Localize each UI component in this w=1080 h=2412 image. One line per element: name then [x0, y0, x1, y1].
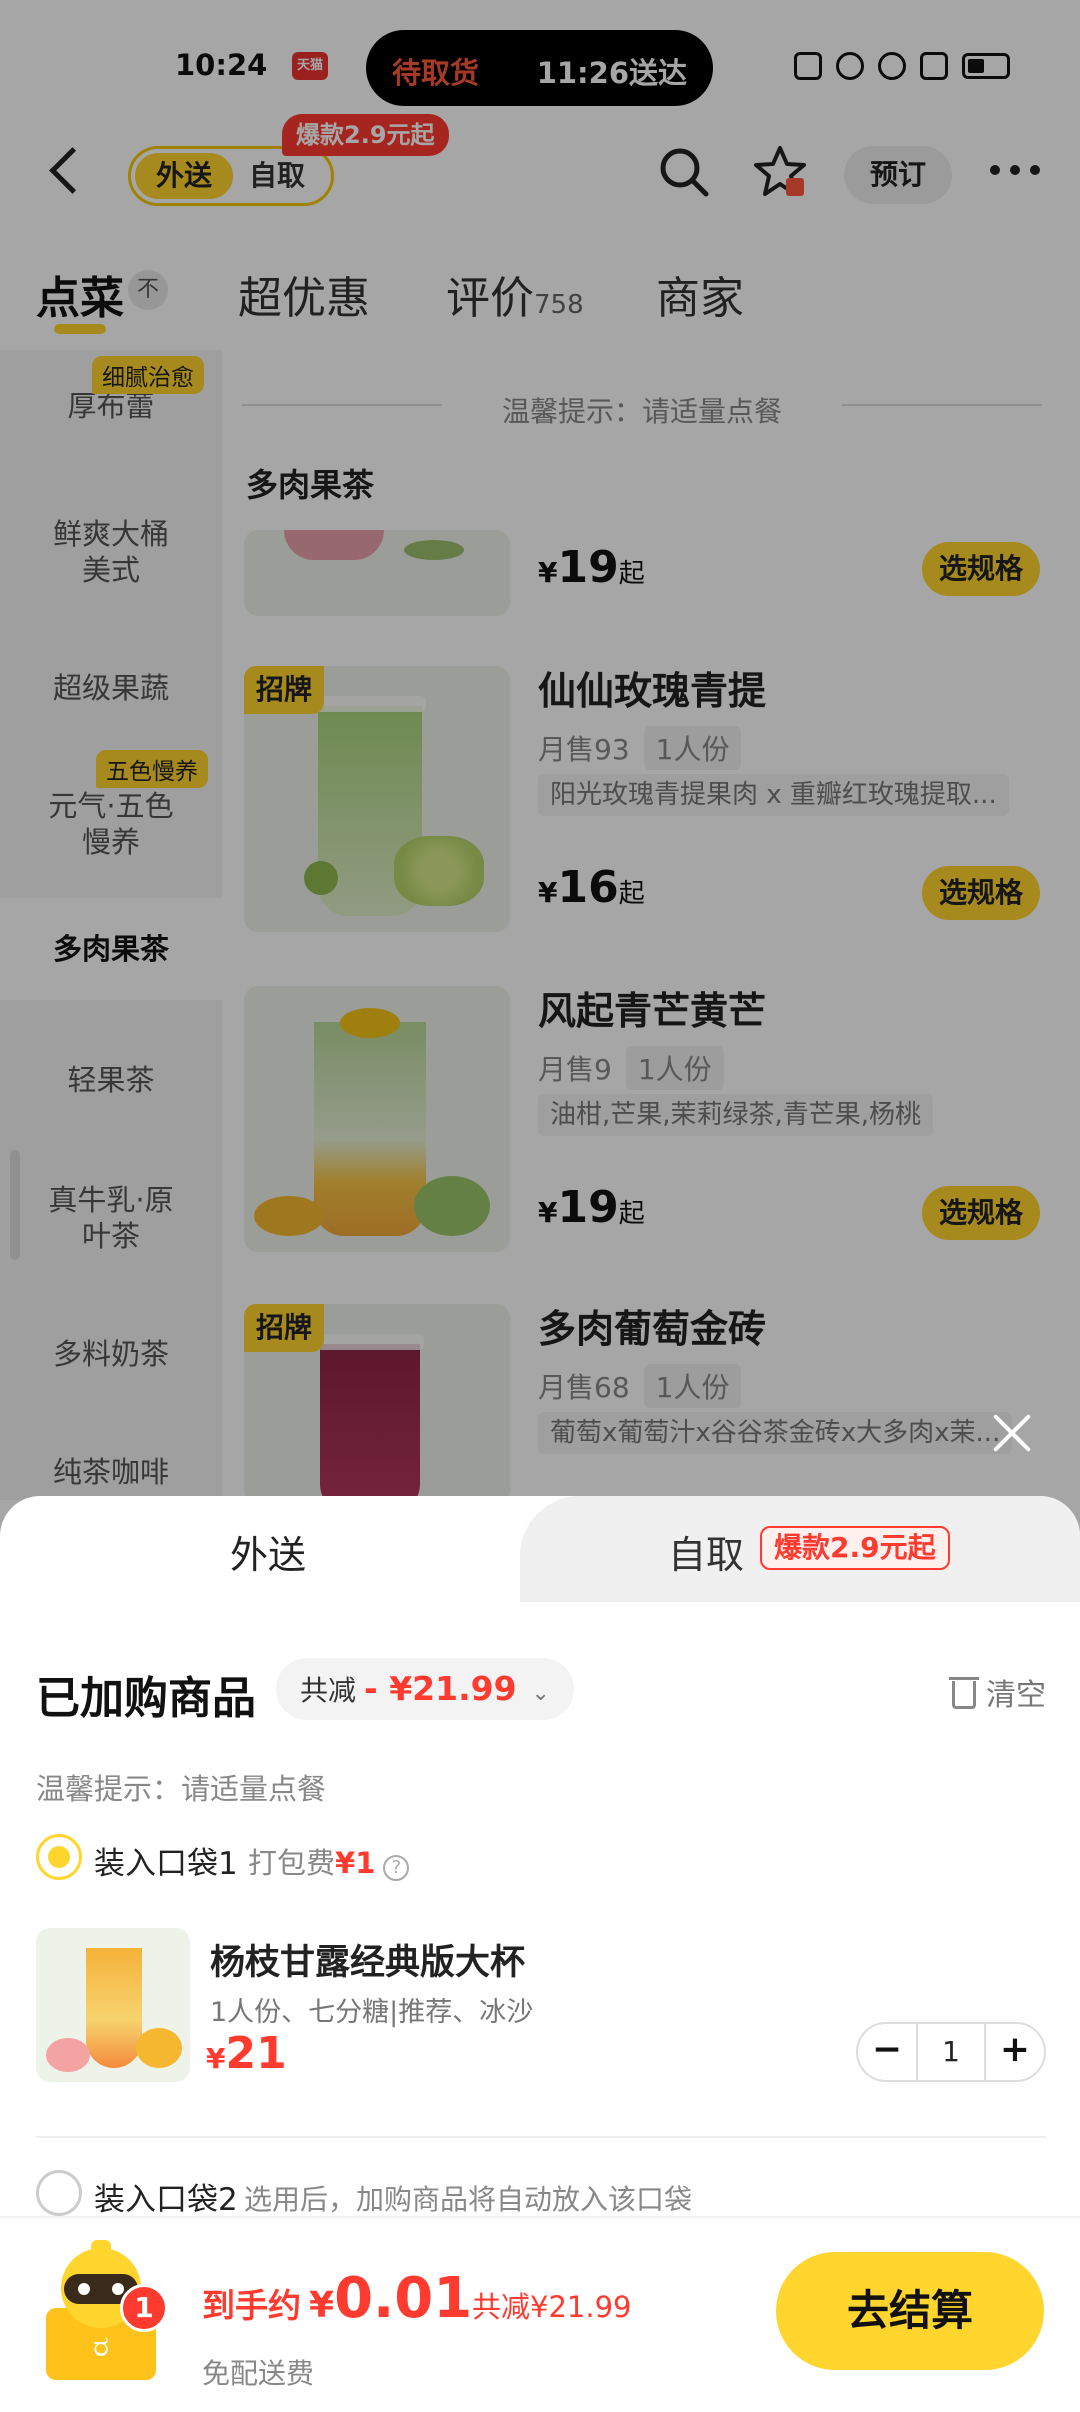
cart-item-spec: 1人份、七分糖|推荐、冰沙: [210, 1997, 534, 2028]
chevron-down-icon: ⌄: [531, 1681, 550, 1706]
bag-1-radio[interactable]: [36, 1834, 82, 1880]
sheet-tab-pickup[interactable]: 自取: [668, 1524, 744, 1579]
bag-1-label: 装入口袋1: [94, 1846, 238, 1882]
cart-item-image: [36, 1928, 190, 2082]
sheet-tabs: 外送 自取 爆款2.9元起: [0, 1496, 1080, 1602]
total-saved: 共减¥21.99: [472, 2290, 632, 2324]
clear-cart-button[interactable]: 清空: [949, 1670, 1046, 1714]
decrease-button[interactable]: −: [858, 2024, 916, 2080]
pickup-hot-badge: 爆款2.9元起: [760, 1526, 950, 1570]
bag-2-label: 装入口袋2: [94, 2182, 238, 2218]
delivery-fee-note: 免配送费: [202, 2357, 315, 2390]
clear-label: 清空: [986, 1678, 1046, 1713]
checkout-button[interactable]: 去结算: [776, 2252, 1044, 2370]
divider: [36, 2136, 1046, 2138]
trash-icon: [949, 1677, 979, 1709]
checkout-bar: ರ 1 到手约 ¥0.01 共减¥21.99 免配送费 去结算: [0, 2216, 1080, 2412]
quantity-value[interactable]: 1: [916, 2024, 986, 2080]
cart-tip: 温馨提示：请适量点餐: [36, 1772, 327, 1806]
cart-item-price: ¥21: [206, 2028, 287, 2079]
cart-count-badge: 1: [120, 2284, 168, 2332]
cart-header: 已加购商品 共减 - ¥21.99 ⌄ 清空: [36, 1658, 1046, 1728]
discount-summary[interactable]: 共减 - ¥21.99 ⌄: [276, 1658, 574, 1720]
modal-backdrop[interactable]: [0, 0, 1080, 1560]
discount-label: 共减: [300, 1674, 357, 1707]
svg-text:ರ: ರ: [93, 2329, 109, 2364]
quantity-stepper: − 1 +: [856, 2022, 1046, 2082]
bag-2-note: 选用后，加购商品将自动放入该口袋: [244, 2183, 693, 2216]
packing-fee: 打包费¥1?: [248, 1840, 410, 1882]
sheet-tab-delivery[interactable]: 外送: [230, 1524, 306, 1579]
bag-2-radio[interactable]: [36, 2170, 82, 2216]
help-icon[interactable]: ?: [383, 1855, 410, 1881]
cart-sheet: 外送 自取 爆款2.9元起 已加购商品 共减 - ¥21.99 ⌄ 清空 温馨提示…: [0, 1496, 1080, 2412]
cart-item-name: 杨枝甘露经典版大杯: [210, 1943, 526, 1983]
cart-item: 杨枝甘露经典版大杯 1人份、七分糖|推荐、冰沙 ¥21 − 1 +: [36, 1928, 1046, 2088]
discount-amount: - ¥21.99: [364, 1669, 517, 1708]
cart-title: 已加购商品: [36, 1673, 256, 1724]
estimated-total: 到手约 ¥0.01: [202, 2266, 473, 2331]
increase-button[interactable]: +: [986, 2024, 1044, 2080]
close-icon[interactable]: [990, 1410, 1034, 1454]
